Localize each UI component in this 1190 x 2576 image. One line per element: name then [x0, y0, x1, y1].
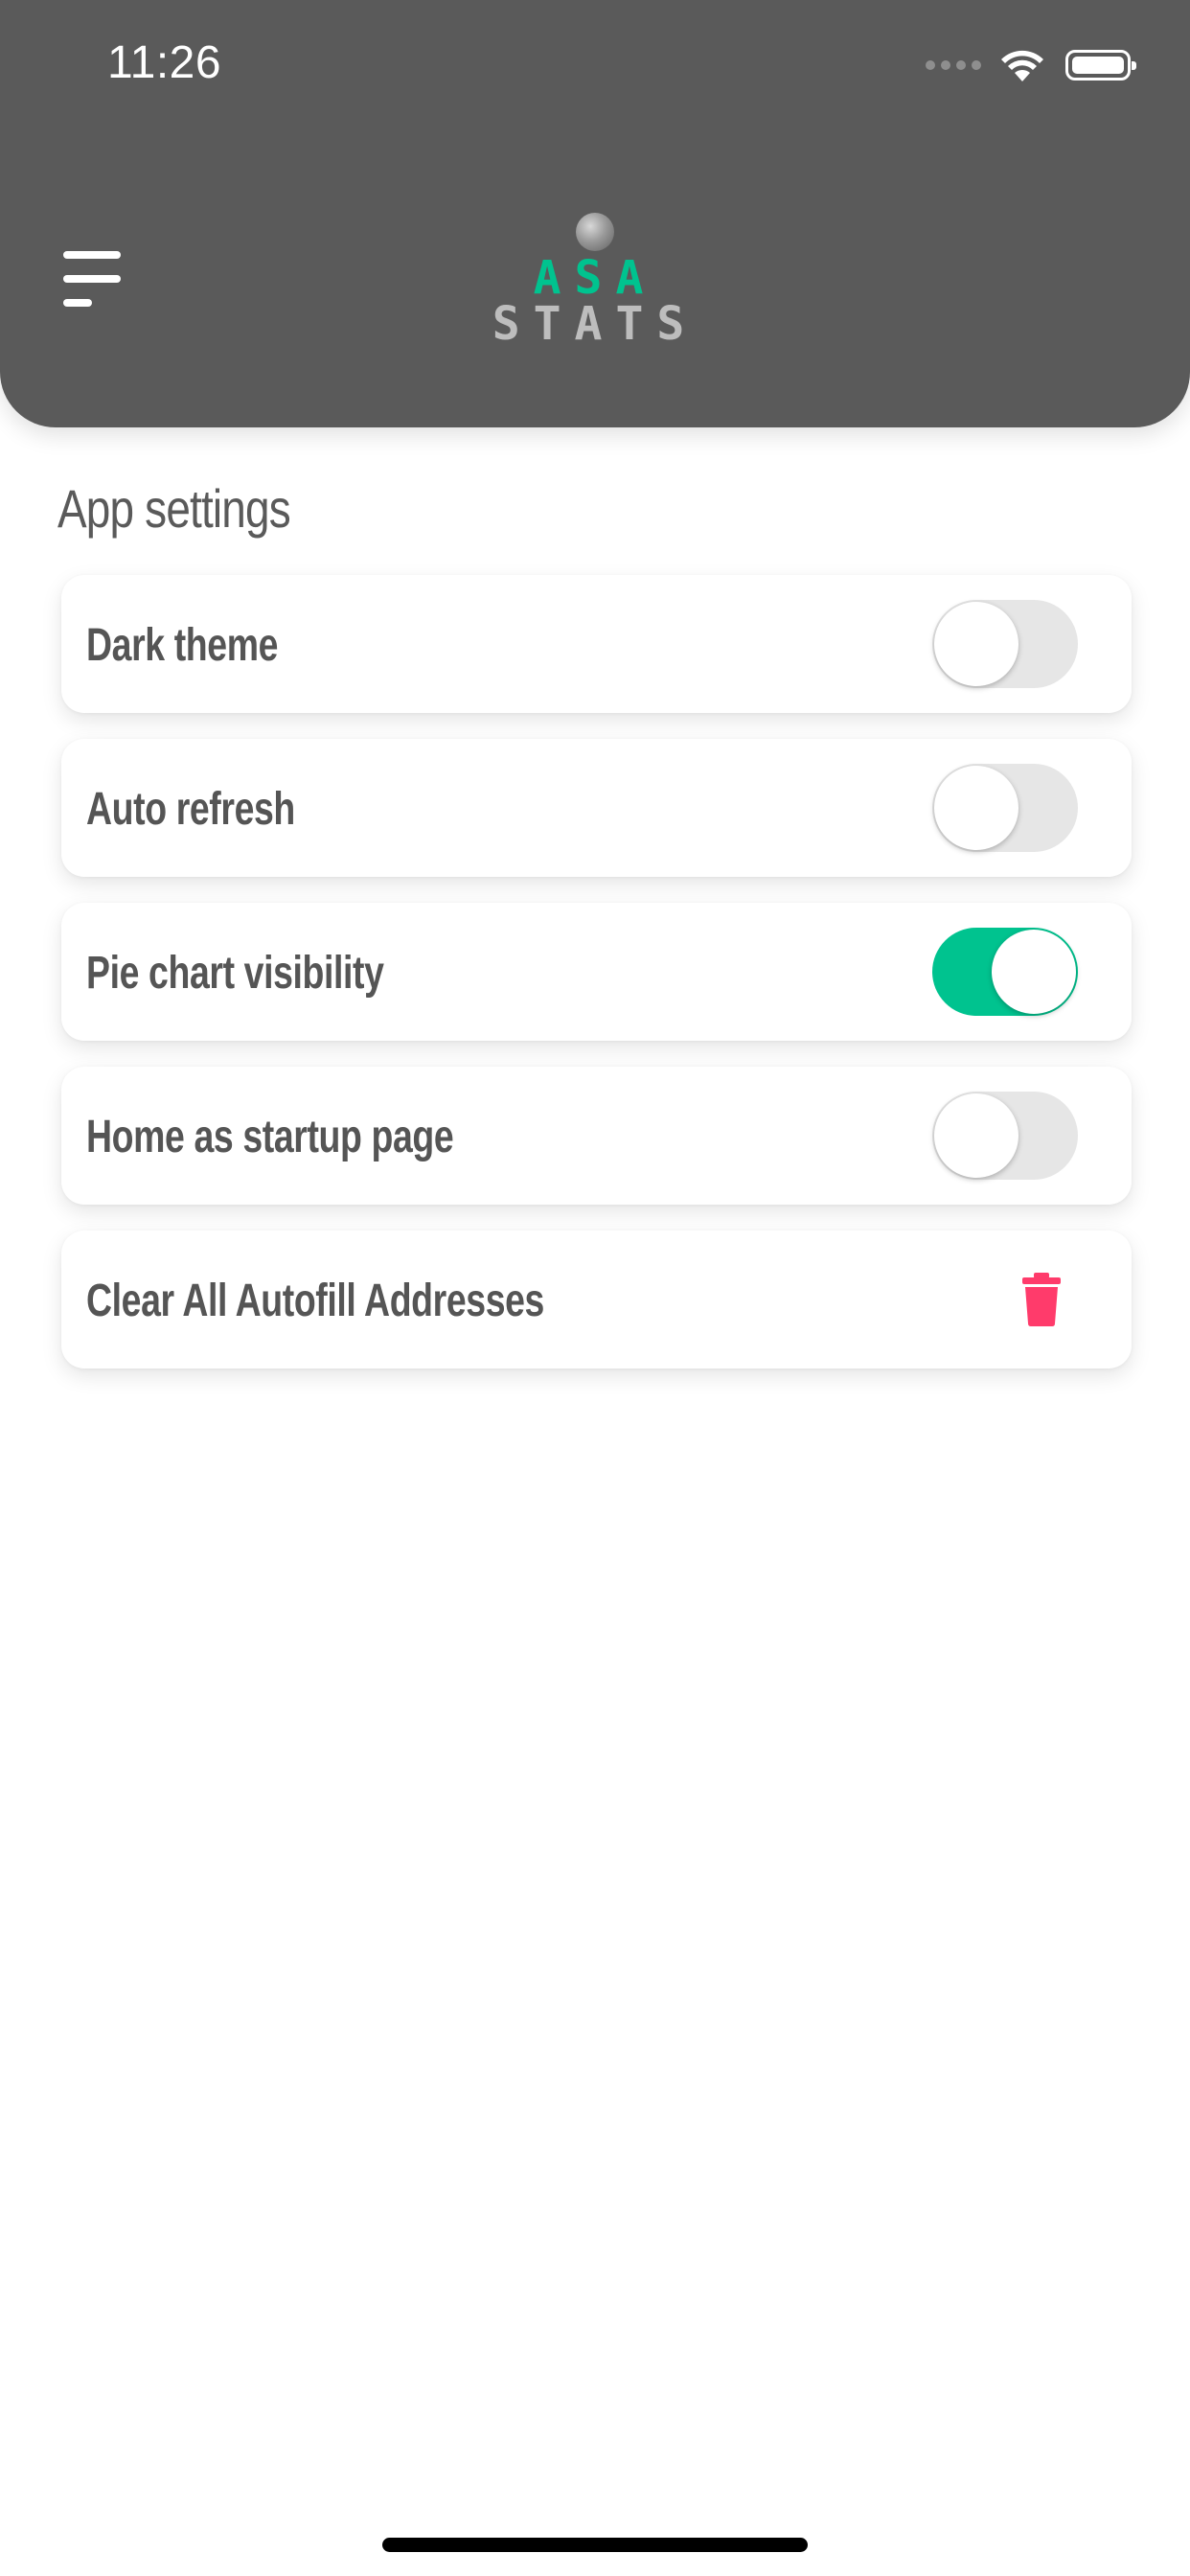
battery-icon: [1065, 50, 1136, 80]
setting-label: Clear All Autofill Addresses: [86, 1276, 544, 1326]
setting-pie-chart-visibility: Pie chart visibility: [61, 903, 1132, 1041]
toggle-knob: [934, 1093, 1018, 1178]
section-title: App settings: [57, 478, 291, 539]
wifi-icon: [1001, 50, 1043, 81]
setting-home-startup: Home as startup page: [61, 1067, 1132, 1205]
pie-chart-visibility-toggle[interactable]: [932, 928, 1078, 1016]
setting-label: Auto refresh: [86, 784, 295, 835]
logo-text-top: ASA: [533, 251, 657, 305]
setting-auto-refresh: Auto refresh: [61, 739, 1132, 877]
status-icons: [926, 44, 1136, 86]
setting-label: Dark theme: [86, 620, 279, 671]
toggle-knob: [934, 766, 1018, 850]
setting-clear-autofill[interactable]: Clear All Autofill Addresses: [61, 1230, 1132, 1368]
toggle-knob: [934, 602, 1018, 686]
setting-dark-theme: Dark theme: [61, 575, 1132, 713]
home-startup-toggle[interactable]: [932, 1092, 1078, 1180]
home-indicator: [382, 2538, 808, 2552]
trash-icon[interactable]: [1022, 1273, 1061, 1326]
setting-label: Pie chart visibility: [86, 948, 384, 999]
setting-label: Home as startup page: [86, 1112, 454, 1162]
toggle-knob: [992, 930, 1076, 1014]
app-logo: ASA STATS: [484, 213, 706, 347]
status-time: 11:26: [107, 37, 222, 88]
app-header: 11:26 ASA STATS: [0, 0, 1190, 427]
logo-text-bottom: STATS: [492, 297, 698, 351]
menu-icon[interactable]: [63, 251, 125, 307]
moon-icon: [576, 213, 614, 251]
auto-refresh-toggle[interactable]: [932, 764, 1078, 852]
signal-dots-icon: [926, 60, 981, 70]
dark-theme-toggle[interactable]: [932, 600, 1078, 688]
